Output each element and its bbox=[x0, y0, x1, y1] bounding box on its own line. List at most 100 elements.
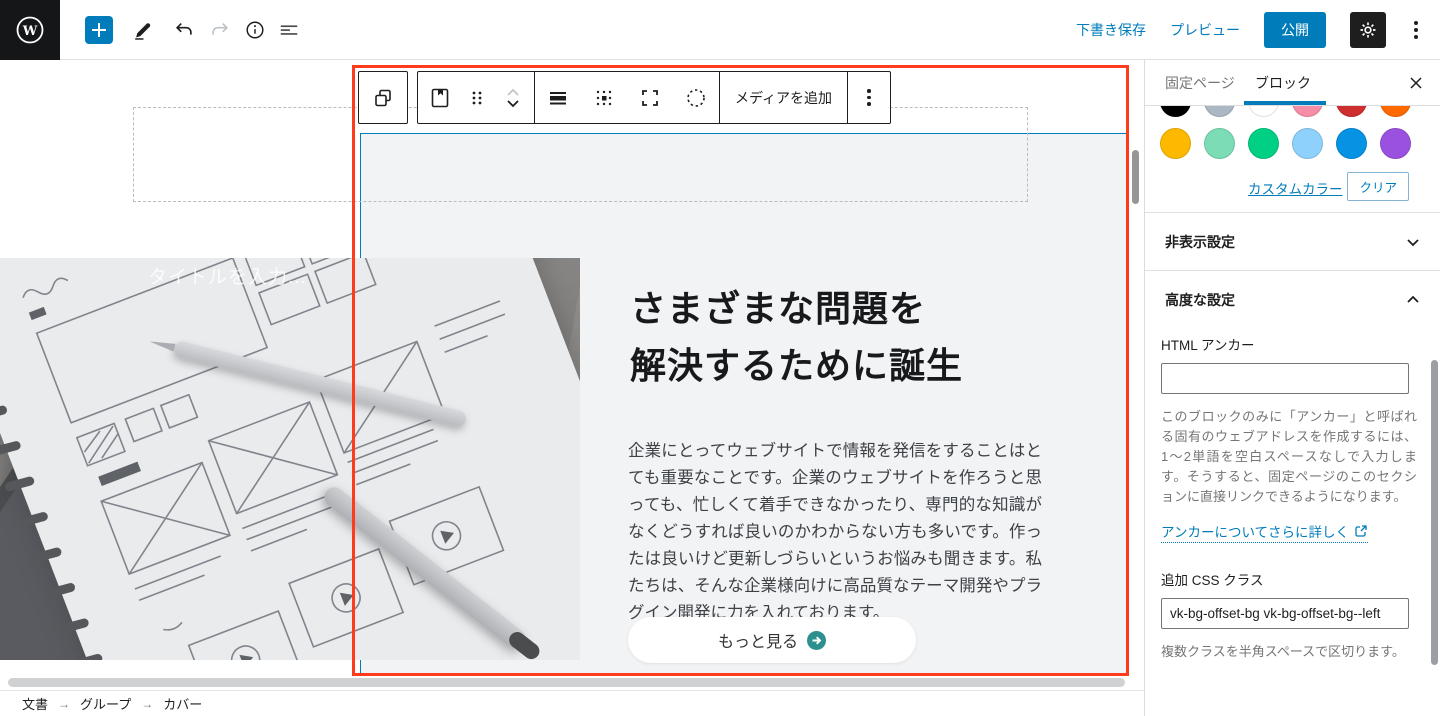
color-swatch[interactable] bbox=[1248, 128, 1279, 159]
tab-page[interactable]: 固定ページ bbox=[1165, 60, 1235, 106]
breadcrumb-group[interactable]: グループ bbox=[80, 694, 131, 713]
gear-icon bbox=[1358, 20, 1378, 40]
block-options-menu-button[interactable] bbox=[848, 72, 890, 123]
duotone-filter-button[interactable] bbox=[673, 72, 719, 123]
preview-button[interactable]: プレビュー bbox=[1170, 20, 1240, 40]
more-tools-menu-button[interactable] bbox=[1410, 15, 1422, 45]
move-up-icon bbox=[503, 86, 523, 98]
breadcrumb-cover[interactable]: カバー bbox=[163, 694, 202, 713]
color-swatch[interactable] bbox=[1292, 106, 1323, 117]
photo-overlay bbox=[0, 258, 580, 660]
color-palette bbox=[1145, 106, 1440, 166]
additional-css-label: 追加 CSS クラス bbox=[1161, 569, 1424, 589]
settings-sidebar: 固定ページ ブロック カスタムカラー クリア 非表 bbox=[1144, 60, 1440, 716]
list-view-icon bbox=[278, 19, 300, 41]
redo-button[interactable] bbox=[208, 18, 232, 42]
content-position-grid-icon bbox=[592, 86, 616, 110]
sidebar-tabs: 固定ページ ブロック bbox=[1145, 60, 1440, 106]
canvas-horizontal-scrollbar[interactable] bbox=[8, 678, 1125, 687]
canvas-vertical-scrollbar[interactable] bbox=[1132, 150, 1139, 204]
wordpress-editor-screen: タイトルを入力... さまざまな問題を 解決するために誕生 企業にとってウェブサ… bbox=[0, 0, 1440, 716]
save-draft-button[interactable]: 下書き保存 bbox=[1076, 20, 1146, 40]
color-swatch[interactable] bbox=[1160, 128, 1191, 159]
cover-heading-line1: さまざまな問題を bbox=[630, 288, 926, 329]
pencil-icon bbox=[132, 19, 154, 41]
select-parent-group-button[interactable] bbox=[359, 72, 407, 123]
undo-button[interactable] bbox=[172, 18, 196, 42]
clear-color-button[interactable]: クリア bbox=[1347, 172, 1409, 201]
overlapping-blocks-icon bbox=[371, 86, 395, 110]
svg-text:W: W bbox=[22, 24, 38, 39]
color-swatch[interactable] bbox=[1204, 128, 1235, 159]
html-anchor-input[interactable] bbox=[1161, 363, 1409, 394]
active-tab-underline bbox=[1244, 101, 1326, 105]
block-parent-selector bbox=[358, 71, 408, 124]
advanced-settings-accordion[interactable]: 高度な設定 bbox=[1145, 271, 1440, 328]
color-swatch[interactable] bbox=[1204, 106, 1235, 117]
wordpress-logo-icon: W bbox=[15, 15, 45, 45]
palette-actions: カスタムカラー クリア bbox=[1145, 166, 1440, 212]
block-toolbar: メディアを追加 bbox=[417, 71, 891, 124]
cover-block-type-button[interactable] bbox=[418, 72, 462, 123]
post-title-placeholder[interactable]: タイトルを入力... bbox=[148, 262, 307, 289]
plus-icon bbox=[90, 21, 108, 39]
drag-dots-icon bbox=[468, 86, 486, 110]
anchor-learn-more-label: アンカーについてさらに詳しく bbox=[1161, 521, 1349, 541]
close-sidebar-button[interactable] bbox=[1406, 73, 1426, 93]
cover-media-image[interactable] bbox=[0, 258, 580, 660]
anchor-description: このブロックのみに「アンカー」と呼ばれる固有のウェブアドレスを作成するには、1〜… bbox=[1161, 407, 1417, 507]
block-breadcrumb-bar: 文書 → グループ → カバー bbox=[0, 690, 1144, 716]
edit-mode-button[interactable] bbox=[131, 18, 155, 42]
full-height-button[interactable] bbox=[627, 72, 673, 123]
color-swatch[interactable] bbox=[1380, 106, 1411, 117]
anchor-learn-more-link[interactable]: アンカーについてさらに詳しく bbox=[1161, 521, 1368, 543]
publish-button[interactable]: 公開 bbox=[1264, 12, 1326, 48]
hidden-settings-accordion[interactable]: 非表示設定 bbox=[1145, 213, 1440, 270]
arrow-right-circle-icon bbox=[807, 631, 826, 650]
cover-block-icon bbox=[428, 86, 452, 110]
redo-icon bbox=[209, 19, 231, 41]
external-link-icon bbox=[1354, 524, 1368, 538]
css-class-help-text: 複数クラスを半角スペースで区切ります。 bbox=[1161, 641, 1417, 660]
custom-color-link[interactable]: カスタムカラー bbox=[1248, 178, 1343, 198]
color-swatch[interactable] bbox=[1336, 128, 1367, 159]
align-icon bbox=[546, 86, 570, 110]
full-height-brackets-icon bbox=[638, 86, 662, 110]
block-inserter-button[interactable] bbox=[85, 16, 113, 44]
close-icon bbox=[1406, 73, 1426, 93]
settings-toggle-button[interactable] bbox=[1350, 12, 1386, 48]
hidden-settings-label: 非表示設定 bbox=[1165, 232, 1235, 252]
sidebar-scrollbar[interactable] bbox=[1431, 360, 1438, 665]
additional-css-input[interactable] bbox=[1161, 598, 1409, 629]
additional-css-section: 追加 CSS クラス 複数クラスを半角スペースで区切ります。 bbox=[1161, 569, 1424, 660]
more-button[interactable]: もっと見る bbox=[628, 617, 916, 663]
details-button[interactable] bbox=[243, 18, 267, 42]
color-swatch[interactable] bbox=[1380, 128, 1411, 159]
move-down-icon bbox=[503, 98, 523, 110]
chevron-down-icon bbox=[1404, 233, 1422, 251]
advanced-settings-label: 高度な設定 bbox=[1165, 290, 1235, 310]
add-media-button[interactable]: メディアを追加 bbox=[720, 72, 847, 123]
cover-heading-line2: 解決するために誕生 bbox=[630, 345, 963, 386]
duotone-circle-icon bbox=[684, 86, 708, 110]
drag-handle[interactable] bbox=[462, 72, 492, 123]
align-button[interactable] bbox=[535, 72, 581, 123]
wordpress-logo[interactable]: W bbox=[0, 0, 60, 60]
editor-top-bar: W bbox=[0, 0, 1440, 60]
block-movers[interactable] bbox=[492, 72, 534, 123]
breadcrumb-document[interactable]: 文書 bbox=[22, 694, 48, 713]
color-swatch[interactable] bbox=[1292, 128, 1323, 159]
html-anchor-label: HTML アンカー bbox=[1161, 334, 1424, 354]
content-position-button[interactable] bbox=[581, 72, 627, 123]
color-swatch[interactable] bbox=[1160, 106, 1191, 117]
list-view-button[interactable] bbox=[277, 18, 301, 42]
cover-paragraph[interactable]: 企業にとってウェブサイトで情報を発信をすることはとても重要なことです。企業のウェ… bbox=[628, 438, 1042, 627]
more-button-label: もっと見る bbox=[718, 628, 798, 652]
cover-heading[interactable]: さまざまな問題を 解決するために誕生 bbox=[630, 280, 1070, 394]
breadcrumb-arrow: → bbox=[141, 697, 153, 711]
color-swatch[interactable] bbox=[1336, 106, 1367, 117]
chevron-up-icon bbox=[1404, 291, 1422, 309]
tab-block[interactable]: ブロック bbox=[1255, 60, 1311, 106]
color-swatch[interactable] bbox=[1248, 106, 1279, 117]
info-icon bbox=[244, 19, 266, 41]
